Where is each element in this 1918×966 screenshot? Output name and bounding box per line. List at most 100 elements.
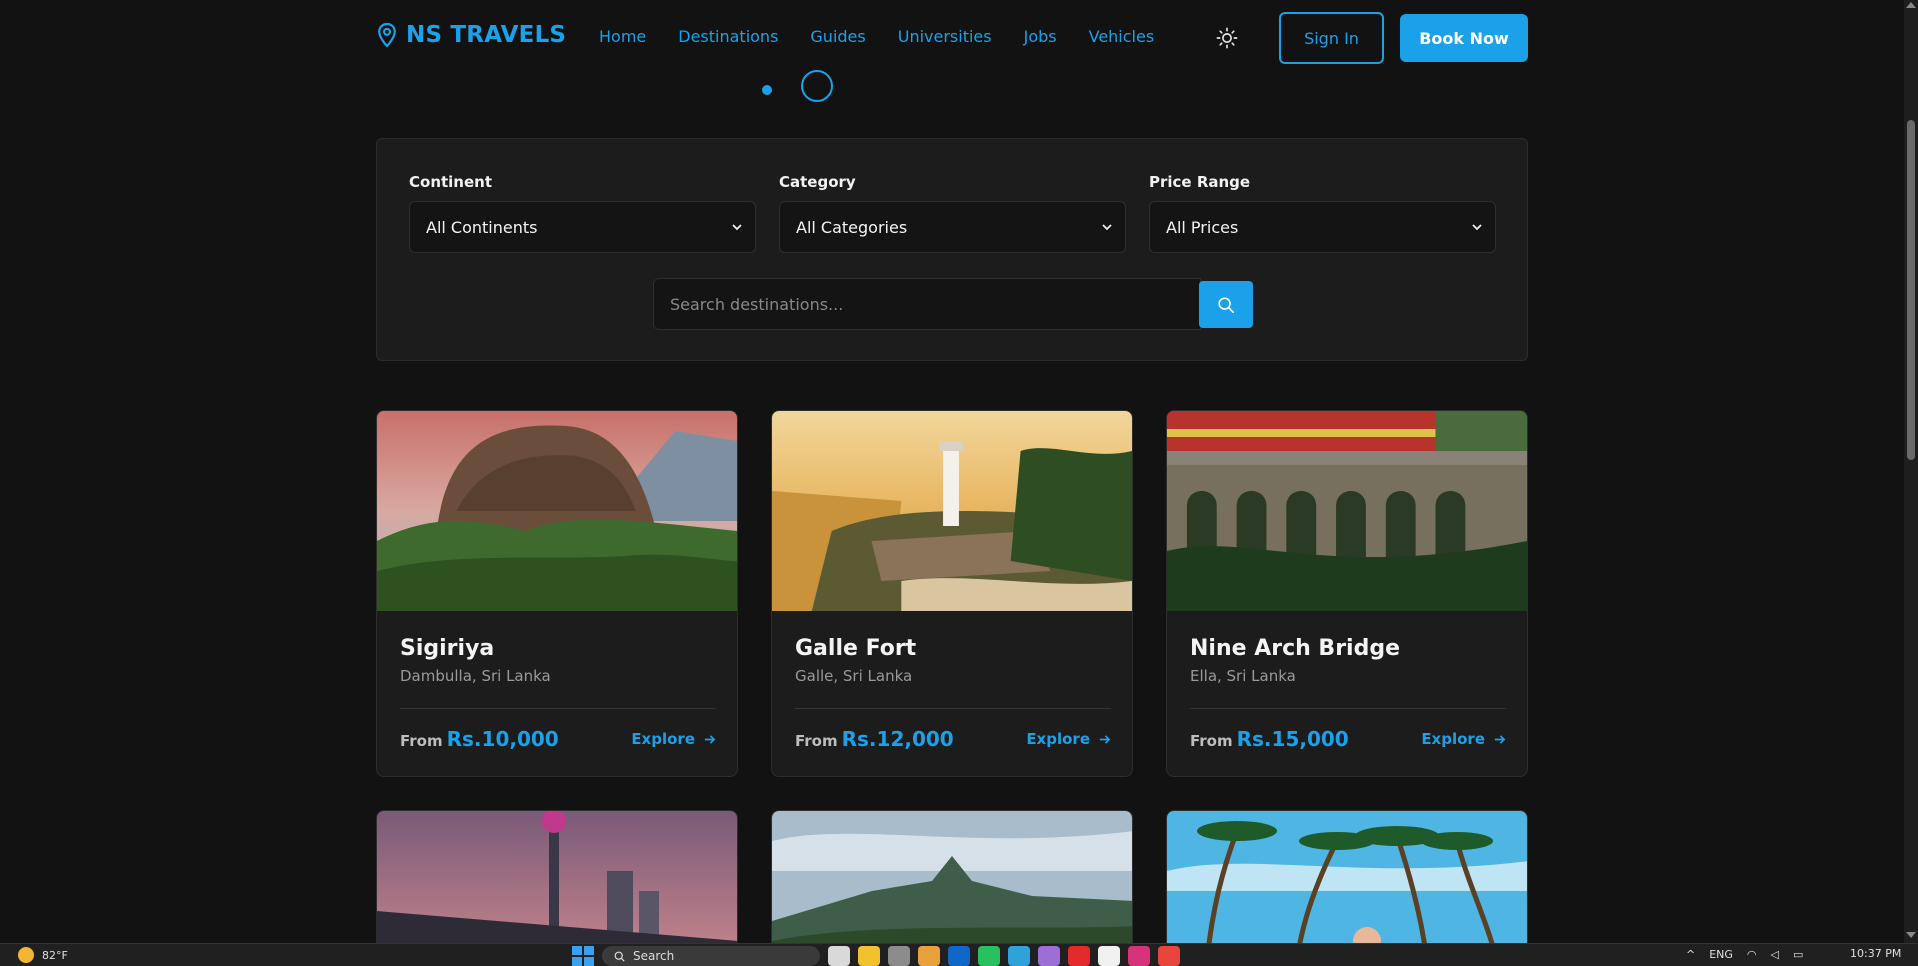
wifi-icon[interactable]: ◠: [1747, 948, 1757, 961]
price-from: From: [1190, 732, 1233, 750]
github-icon[interactable]: [1098, 946, 1120, 966]
settings-icon[interactable]: [888, 946, 910, 966]
outlook-icon[interactable]: [948, 946, 970, 966]
price-filter: Price Range All Prices: [1149, 173, 1496, 253]
card-body: Galle Fort Galle, Sri Lanka From Rs.12,0…: [795, 611, 1111, 751]
price-from: From: [400, 732, 443, 750]
search-placeholder: Search destinations...: [670, 294, 844, 314]
nine-arch-bridge-image: [1167, 411, 1527, 611]
sigiriya-image: [377, 411, 737, 611]
price-value: Rs.10,000: [446, 727, 559, 751]
arrow-right-icon: [1494, 734, 1506, 744]
edge-icon[interactable]: [1008, 946, 1030, 966]
language-indicator[interactable]: ENG: [1709, 948, 1733, 961]
search-icon: [614, 951, 625, 962]
volume-icon[interactable]: ◁: [1771, 948, 1779, 961]
folder-icon[interactable]: [858, 946, 880, 966]
youtube-icon[interactable]: [1068, 946, 1090, 966]
destination-location: Dambulla, Sri Lanka: [400, 667, 551, 685]
adams-peak-image: [772, 811, 1132, 959]
search-bar: Search destinations...: [653, 278, 1253, 330]
price: From Rs.15,000: [1190, 727, 1349, 751]
search-icon: [1218, 296, 1235, 313]
divider: [1190, 708, 1506, 709]
destination-card-partial[interactable]: [771, 810, 1133, 960]
taskbar-search-label: Search: [633, 949, 675, 963]
destination-name: Galle Fort: [795, 636, 917, 661]
search-input[interactable]: Search destinations...: [653, 278, 1201, 330]
sign-in-button[interactable]: Sign In: [1279, 12, 1384, 64]
weather-temp: 82°F: [42, 948, 68, 962]
nav-destinations[interactable]: Destinations: [678, 27, 778, 46]
destination-card-partial[interactable]: [376, 810, 738, 960]
card-footer: From Rs.15,000 Explore: [1190, 724, 1506, 754]
price-value: Rs.12,000: [841, 727, 954, 751]
destination-name: Sigiriya: [400, 636, 495, 661]
whatsapp-icon[interactable]: [978, 946, 1000, 966]
file-icon[interactable]: [828, 946, 850, 966]
category-select[interactable]: All Categories: [779, 201, 1126, 253]
palm-beach-image: [1167, 811, 1527, 959]
explore-label: Explore: [1026, 730, 1090, 748]
destination-card[interactable]: Nine Arch Bridge Ella, Sri Lanka From Rs…: [1166, 410, 1528, 777]
card-body: Nine Arch Bridge Ella, Sri Lanka From Rs…: [1190, 611, 1506, 751]
price-value: All Prices: [1166, 217, 1239, 237]
price-from: From: [795, 732, 838, 750]
filter-panel: Continent All Continents Category All Ca…: [376, 138, 1528, 361]
explore-link[interactable]: Explore: [631, 730, 716, 748]
nav-guides[interactable]: Guides: [810, 27, 865, 46]
scrollbar-thumb[interactable]: [1907, 120, 1915, 460]
brand-logo[interactable]: NS TRAVELS: [376, 22, 566, 48]
explore-label: Explore: [1421, 730, 1485, 748]
price: From Rs.12,000: [795, 727, 954, 751]
store-icon[interactable]: [918, 946, 940, 966]
continent-label: Continent: [409, 173, 493, 191]
price-select[interactable]: All Prices: [1149, 201, 1496, 253]
ide-icon[interactable]: [1128, 946, 1150, 966]
map-pin-icon: [378, 22, 396, 48]
brand-name: NS TRAVELS: [406, 22, 567, 48]
scroll-down-arrow[interactable]: [1906, 932, 1916, 938]
theme-toggle-button[interactable]: [1216, 27, 1238, 49]
colombo-image: [377, 811, 737, 959]
slider-dot[interactable]: [762, 85, 772, 95]
taskbar-search[interactable]: Search: [602, 946, 820, 966]
battery-icon[interactable]: ▭: [1793, 948, 1803, 961]
explore-link[interactable]: Explore: [1026, 730, 1111, 748]
card-footer: From Rs.12,000 Explore: [795, 724, 1111, 754]
continent-select[interactable]: All Continents: [409, 201, 756, 253]
clipchamp-icon[interactable]: [1038, 946, 1060, 966]
search-button[interactable]: [1199, 281, 1253, 328]
nav-universities[interactable]: Universities: [898, 27, 992, 46]
divider: [795, 708, 1111, 709]
category-filter: Category All Categories: [779, 173, 1126, 253]
scroll-up-arrow[interactable]: [1906, 2, 1916, 8]
card-footer: From Rs.10,000 Explore: [400, 724, 716, 754]
destination-card[interactable]: Galle Fort Galle, Sri Lanka From Rs.12,0…: [771, 410, 1133, 777]
slider-dot-active[interactable]: [801, 70, 833, 102]
windows-start-icon[interactable]: [572, 946, 594, 966]
arrow-right-icon: [1099, 734, 1111, 744]
chevron-down-icon: [732, 224, 742, 231]
divider: [400, 708, 716, 709]
weather-icon: [18, 947, 34, 963]
nav-vehicles[interactable]: Vehicles: [1089, 27, 1155, 46]
category-value: All Categories: [796, 217, 908, 237]
book-now-button[interactable]: Book Now: [1400, 14, 1528, 62]
clock[interactable]: 10:37 PM: [1850, 947, 1901, 960]
destination-location: Ella, Sri Lanka: [1190, 667, 1296, 685]
price-label: Price Range: [1149, 173, 1251, 191]
continent-value: All Continents: [426, 217, 538, 237]
galle-fort-image: [772, 411, 1132, 611]
destination-card-partial[interactable]: [1166, 810, 1528, 960]
nav-home[interactable]: Home: [599, 27, 646, 46]
chevron-up-icon[interactable]: ^: [1686, 948, 1695, 961]
arrow-right-icon: [704, 734, 716, 744]
destination-name: Nine Arch Bridge: [1190, 636, 1401, 661]
explore-link[interactable]: Explore: [1421, 730, 1506, 748]
chrome-icon[interactable]: [1158, 946, 1180, 966]
destination-card[interactable]: Sigiriya Dambulla, Sri Lanka From Rs.10,…: [376, 410, 738, 777]
nav-jobs[interactable]: Jobs: [1024, 27, 1057, 46]
weather-widget[interactable]: 82°F: [18, 947, 68, 963]
destination-location: Galle, Sri Lanka: [795, 667, 913, 685]
